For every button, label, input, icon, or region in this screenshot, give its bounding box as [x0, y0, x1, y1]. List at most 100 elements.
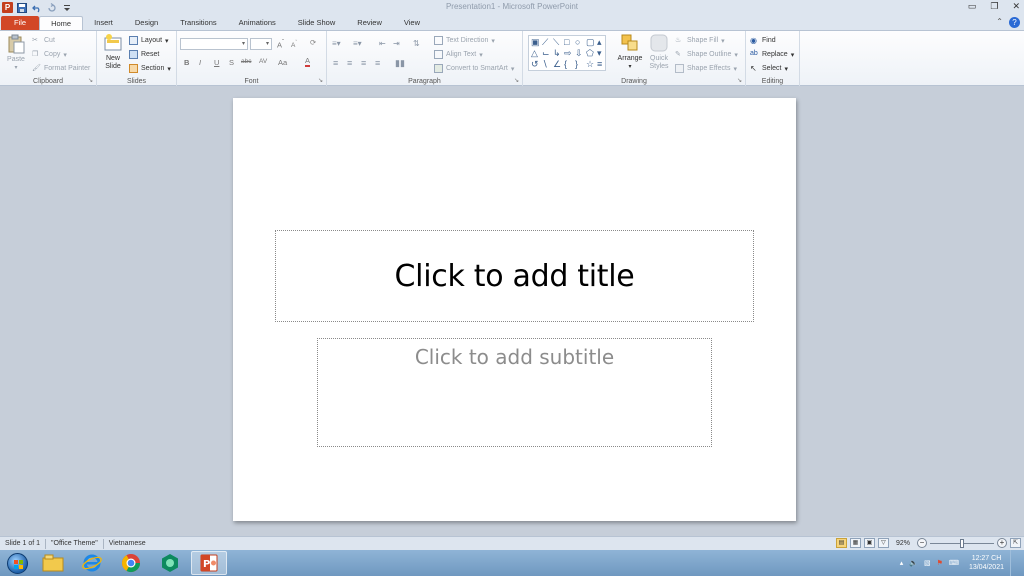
decrease-indent-icon[interactable]: ⇤ — [379, 39, 386, 48]
taskbar-clock[interactable]: 12:27 CH 13/04/2021 — [969, 554, 1004, 572]
find-button[interactable]: ◉ Find — [750, 36, 776, 45]
zoom-in-icon[interactable]: + — [997, 538, 1007, 548]
font-size-combobox[interactable]: ▾ — [250, 38, 272, 50]
triangle-shape-icon[interactable]: △ — [531, 48, 541, 59]
shape-fill-button[interactable]: ♨ Shape Fill ▾ — [675, 36, 725, 45]
grow-font-button[interactable]: Aˆ — [277, 39, 284, 50]
tab-animations[interactable]: Animations — [228, 16, 287, 30]
line-shape-icon[interactable]: ⟋ — [542, 37, 552, 48]
paste-button[interactable]: Paste ▾ — [4, 34, 28, 72]
line-spacing-icon[interactable]: ⇅ — [413, 39, 420, 48]
tab-view[interactable]: View — [393, 16, 431, 30]
bold-button[interactable]: B — [184, 58, 189, 67]
minimize-icon[interactable]: ▭ — [968, 1, 977, 12]
layout-button[interactable]: Layout ▾ — [129, 36, 169, 45]
restore-icon[interactable]: ❐ — [990, 1, 998, 12]
elbow-connector-icon[interactable]: ⌙ — [542, 48, 552, 59]
right-arrow-shape-icon[interactable]: ⇨ — [564, 48, 574, 59]
character-spacing-button[interactable]: AV — [259, 58, 267, 65]
elbow-arrow-icon[interactable]: ↳ — [553, 48, 563, 59]
shapes-gallery[interactable]: ▣ ⟋ ⟍ □ ○ ▢ ▴ △ ⌙ ↳ ⇨ ⇩ ⬠ ▾ ↺ ∖ ∠ { } ☆ … — [528, 35, 606, 71]
tab-file[interactable]: File — [1, 16, 40, 30]
tab-slide-show[interactable]: Slide Show — [287, 16, 347, 30]
new-slide-button[interactable]: New Slide — [100, 33, 126, 71]
subtitle-placeholder[interactable]: Click to add subtitle — [317, 338, 712, 447]
paragraph-launcher-icon[interactable]: ↘ — [514, 77, 519, 84]
angle-shape-icon[interactable]: ∠ — [553, 59, 563, 70]
tab-insert[interactable]: Insert — [83, 16, 124, 30]
start-button[interactable] — [2, 551, 32, 575]
keyboard-icon[interactable]: ⌨ — [949, 559, 959, 567]
gallery-more-icon[interactable]: ≡ — [597, 59, 607, 70]
align-left-icon[interactable]: ≡ — [333, 58, 338, 68]
shape-effects-button[interactable]: Shape Effects ▾ — [675, 64, 737, 73]
star-shape-icon[interactable]: ☆ — [586, 59, 596, 70]
arrow-line-shape-icon[interactable]: ⟍ — [553, 37, 563, 48]
oval-shape-icon[interactable]: ○ — [575, 37, 585, 48]
network-icon[interactable]: ▧ — [924, 559, 931, 567]
theme-name[interactable]: "Office Theme" — [46, 538, 104, 549]
tab-transitions[interactable]: Transitions — [169, 16, 227, 30]
show-desktop-button[interactable] — [1010, 550, 1018, 576]
align-center-icon[interactable]: ≡ — [347, 58, 352, 68]
font-name-combobox[interactable]: ▾ — [180, 38, 248, 50]
right-brace-icon[interactable]: } — [575, 59, 585, 70]
flag-icon[interactable]: ⚑ — [937, 559, 943, 567]
align-text-button[interactable]: Align Text ▾ — [434, 50, 483, 59]
convert-smartart-button[interactable]: Convert to SmartArt ▾ — [434, 64, 514, 73]
curve-shape-icon[interactable]: ∖ — [542, 59, 552, 70]
clipboard-launcher-icon[interactable]: ↘ — [88, 77, 93, 84]
taskbar-ie-button[interactable] — [74, 551, 110, 575]
brace-shape-icon[interactable]: ↺ — [531, 59, 541, 70]
zoom-out-icon[interactable]: − — [917, 538, 927, 548]
rounded-rect-shape-icon[interactable]: ▢ — [586, 37, 596, 48]
language-indicator[interactable]: Vietnamese — [104, 539, 151, 549]
gallery-up-icon[interactable]: ▴ — [597, 37, 607, 48]
taskbar-powerpoint-button[interactable]: P — [191, 551, 227, 575]
tab-home[interactable]: Home — [39, 16, 84, 30]
copy-button[interactable]: ❐ Copy ▾ — [32, 50, 67, 59]
zoom-slider[interactable] — [930, 538, 994, 548]
strikethrough-button[interactable]: abc — [241, 58, 251, 65]
help-icon[interactable]: ? — [1009, 17, 1020, 28]
volume-icon[interactable]: 🔈 — [909, 559, 918, 567]
slide-show-view-icon[interactable]: ▽ — [877, 538, 889, 548]
zoom-level[interactable]: 92% — [896, 540, 910, 547]
textbox-shape-icon[interactable]: ▣ — [531, 37, 541, 48]
tab-design[interactable]: Design — [124, 16, 169, 30]
replace-button[interactable]: ab Replace ▾ — [750, 50, 794, 59]
gallery-down-icon[interactable]: ▾ — [597, 48, 607, 59]
bullets-icon[interactable]: ≡▾ — [332, 39, 341, 48]
text-direction-button[interactable]: Text Direction ▾ — [434, 36, 495, 45]
minimize-ribbon-icon[interactable]: ⌃ — [996, 17, 1003, 28]
align-right-icon[interactable]: ≡ — [361, 58, 366, 68]
arrange-button[interactable]: Arrange ▾ — [616, 33, 644, 71]
italic-button[interactable]: I — [199, 58, 201, 67]
change-case-button[interactable]: Aa — [278, 58, 287, 67]
slide-sorter-view-icon[interactable]: ▦ — [849, 538, 861, 548]
taskbar-security-app-button[interactable] — [152, 551, 188, 575]
shape-outline-button[interactable]: ✎ Shape Outline ▾ — [675, 50, 738, 59]
justify-icon[interactable]: ≡ — [375, 58, 380, 68]
columns-icon[interactable]: ▮▮ — [395, 58, 405, 69]
format-painter-button[interactable]: 🖌 Format Painter — [32, 64, 90, 73]
slide-canvas[interactable]: Click to add title Click to add subtitle — [233, 98, 796, 521]
taskbar-chrome-button[interactable] — [113, 551, 149, 575]
font-color-button[interactable]: A — [305, 57, 311, 67]
cut-button[interactable]: ✂ Cut — [32, 36, 55, 45]
font-launcher-icon[interactable]: ↘ — [318, 77, 323, 84]
rectangle-shape-icon[interactable]: □ — [564, 37, 574, 48]
quick-styles-button[interactable]: Quick Styles — [646, 33, 672, 71]
close-icon[interactable]: ✕ — [1012, 1, 1020, 12]
zoom-slider-thumb[interactable] — [960, 538, 964, 548]
fit-to-window-icon[interactable]: ⇱ — [1010, 538, 1021, 548]
down-arrow-shape-icon[interactable]: ⇩ — [575, 48, 585, 59]
left-brace-icon[interactable]: { — [564, 59, 574, 70]
tab-review[interactable]: Review — [346, 16, 393, 30]
select-button[interactable]: ↖ Select ▾ — [750, 64, 788, 73]
taskbar-explorer-button[interactable] — [35, 551, 71, 575]
section-button[interactable]: Section ▾ — [129, 64, 171, 73]
shadow-button[interactable]: S — [229, 58, 234, 67]
increase-indent-icon[interactable]: ⇥ — [393, 39, 400, 48]
reset-button[interactable]: Reset — [129, 50, 159, 59]
